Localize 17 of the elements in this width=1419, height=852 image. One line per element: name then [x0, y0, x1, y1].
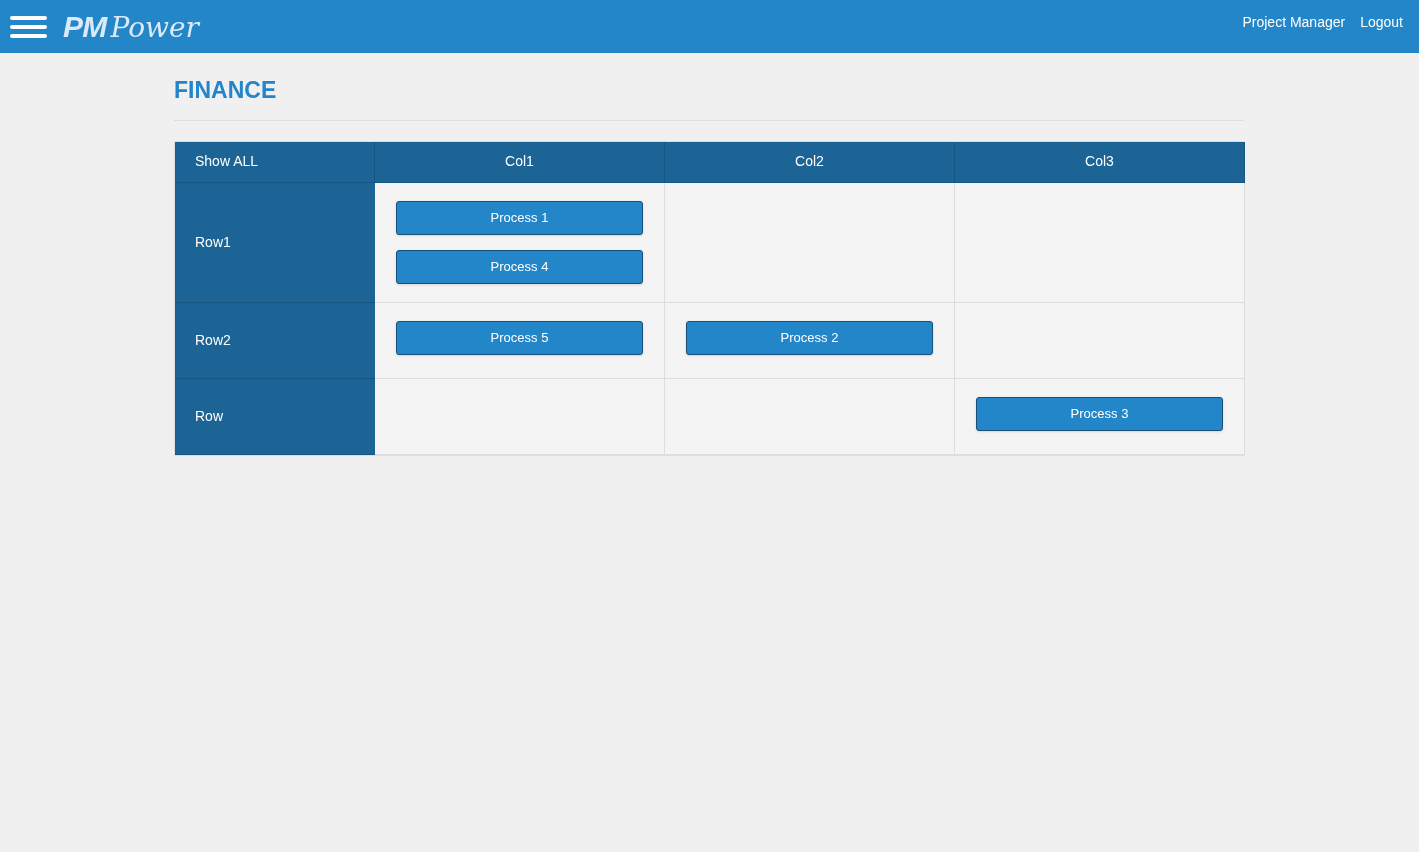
table-header-cell[interactable]: Show ALL: [175, 141, 375, 183]
row-header: Row2: [175, 302, 375, 379]
process-button[interactable]: Process 3: [976, 396, 1223, 431]
logo[interactable]: PMPower: [63, 4, 199, 49]
nav-link[interactable]: Project Manager: [1242, 12, 1346, 33]
process-button[interactable]: Process 1: [396, 200, 643, 235]
row-header: Row1: [175, 182, 375, 303]
process-button[interactable]: Process 5: [396, 320, 643, 355]
menu-icon[interactable]: [10, 15, 47, 38]
process-button[interactable]: Process 2: [686, 320, 933, 355]
row-header: Row: [175, 378, 375, 455]
column-header: Col2: [665, 141, 955, 183]
nav-link[interactable]: Logout: [1360, 12, 1403, 33]
column-header: Col1: [375, 141, 665, 183]
column-header: Col3: [955, 141, 1245, 183]
process-button[interactable]: Process 4: [396, 249, 643, 284]
page-title: FINANCE: [174, 76, 278, 105]
